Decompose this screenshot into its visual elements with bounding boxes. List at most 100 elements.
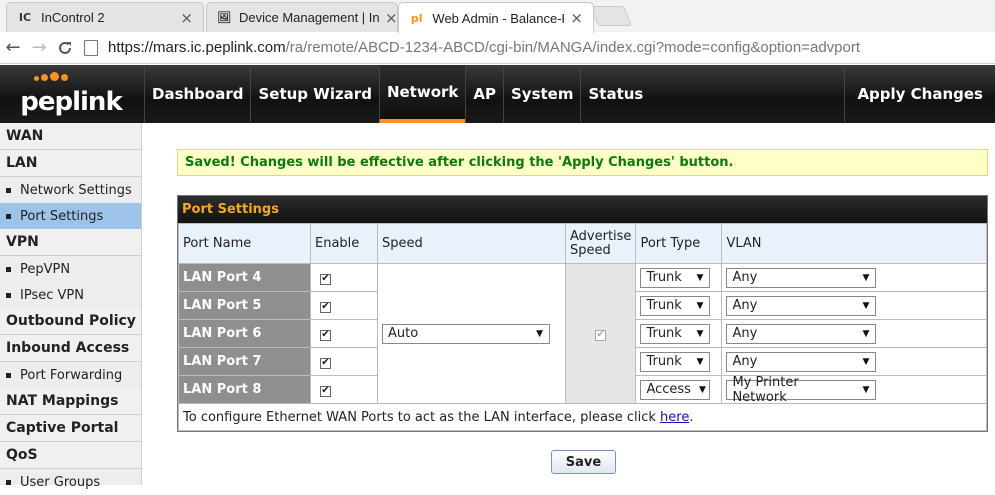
speed-select[interactable]: Auto ▼ — [382, 323, 550, 344]
sidebar-item-network-settings[interactable]: Network Settings — [0, 177, 141, 203]
address-bar: ← → https://mars.ic.peplink.com/ra/remot… — [0, 32, 995, 64]
port-type-select[interactable]: Trunk ▼ — [640, 323, 711, 344]
sidebar-section-lan[interactable]: LAN — [0, 150, 141, 177]
sidebar-item-label: User Groups — [20, 474, 101, 490]
vlan-select[interactable]: Any ▼ — [726, 295, 877, 316]
nav-status[interactable]: Status — [580, 65, 650, 123]
port-name: LAN Port 4 — [178, 263, 311, 292]
page-icon — [84, 39, 98, 56]
enable-cell: ✔ — [310, 347, 378, 376]
vlan-value: My Printer Network — [732, 374, 799, 405]
sidebar-section-wan[interactable]: WAN — [0, 123, 141, 150]
vlan-select[interactable]: Any ▼ — [726, 351, 877, 372]
port-type-select[interactable]: Trunk ▼ — [640, 351, 711, 372]
vlan-cell: Any ▼ — [721, 263, 987, 292]
browser-tab-strip: IC InControl 2 × 🖼 Device Management | I… — [0, 0, 995, 33]
sidebar-item-pepvpn[interactable]: PepVPN — [0, 256, 141, 282]
sidebar-section-captive-portal[interactable]: Captive Portal — [0, 415, 141, 442]
advertise-speed-checkbox[interactable]: ✔ — [595, 329, 607, 341]
apply-changes-button[interactable]: Apply Changes — [844, 65, 995, 123]
browser-tab-web-admin[interactable]: pl Web Admin - Balance-Ro × — [398, 2, 594, 33]
close-tab-icon[interactable]: × — [564, 9, 583, 27]
port-type-select[interactable]: Trunk ▼ — [640, 295, 711, 316]
vlan-select[interactable]: My Printer Network ▼ — [726, 375, 877, 405]
sidebar-item-label: Port Forwarding — [20, 367, 123, 383]
image-favicon-icon: 🖼 — [217, 11, 231, 24]
col-speed: Speed — [377, 223, 566, 264]
nav-dashboard[interactable]: Dashboard — [144, 65, 250, 123]
chevron-down-icon: ▼ — [696, 356, 704, 367]
nav-setup-wizard[interactable]: Setup Wizard — [250, 65, 378, 123]
url-path: /ra/remote/ABCD-1234-ABCD/cgi-bin/MANGA/… — [285, 39, 861, 56]
advertise-speed-cell: ✔ — [564, 263, 637, 404]
port-name: LAN Port 5 — [178, 291, 311, 320]
footnote-end: . — [689, 409, 694, 425]
forward-arrow-icon[interactable]: → — [26, 35, 52, 61]
save-button[interactable]: Save — [551, 450, 616, 474]
logo-text: peplink — [20, 87, 122, 117]
sidebar-item-ipsec-vpn[interactable]: IPsec VPN — [0, 282, 141, 308]
chevron-down-icon: ▼ — [696, 300, 704, 311]
footnote-row: To configure Ethernet WAN Ports to act a… — [178, 403, 987, 431]
vlan-select[interactable]: Any ▼ — [726, 323, 877, 344]
url-input[interactable]: https://mars.ic.peplink.com/ra/remote/AB… — [84, 35, 995, 61]
sidebar-item-port-settings[interactable]: Port Settings — [0, 203, 141, 229]
chevron-down-icon: ▼ — [862, 272, 870, 283]
enable-checkbox[interactable]: ✔ — [320, 273, 331, 285]
new-tab-button[interactable] — [589, 6, 633, 26]
peplink-logo[interactable]: peplink — [0, 65, 142, 123]
enable-checkbox[interactable]: ✔ — [320, 329, 331, 341]
reload-icon[interactable] — [52, 35, 78, 61]
back-arrow-icon[interactable]: ← — [0, 35, 26, 61]
bullet-icon — [6, 372, 11, 378]
vlan-cell: Any ▼ — [721, 291, 987, 320]
col-vlan: VLAN — [721, 223, 987, 264]
browser-tab-incontrol[interactable]: IC InControl 2 × — [6, 2, 204, 32]
tab-title: Web Admin - Balance-Ro — [432, 10, 565, 26]
main-nav: Dashboard Setup Wizard Network AP System… — [144, 65, 650, 123]
logo-dots-icon — [34, 70, 70, 85]
nav-ap[interactable]: AP — [465, 65, 503, 123]
close-tab-icon[interactable]: × — [379, 9, 398, 27]
enable-cell: ✔ — [310, 291, 378, 320]
sidebar-section-vpn[interactable]: VPN — [0, 229, 141, 256]
port-type-select[interactable]: Access ▼ — [640, 379, 711, 400]
tab-title: Device Management | In — [238, 10, 379, 25]
tab-title: InControl 2 — [41, 10, 105, 25]
table-row: LAN Port 4 ✔ Auto ▼ ✔ Trunk ▼ Any ▼ — [178, 263, 987, 404]
vlan-value: Any — [732, 326, 758, 341]
port-type-value: Trunk — [646, 354, 682, 369]
port-name: LAN Port 6 — [178, 319, 311, 348]
port-type-select[interactable]: Trunk ▼ — [640, 267, 711, 288]
bullet-icon — [6, 266, 11, 272]
enable-checkbox[interactable]: ✔ — [320, 357, 331, 369]
main-content: Saved! Changes will be effective after c… — [142, 123, 995, 485]
chevron-down-icon: ▼ — [536, 328, 543, 339]
enable-checkbox[interactable]: ✔ — [320, 385, 331, 397]
nav-system[interactable]: System — [503, 65, 580, 123]
sidebar-section-qos[interactable]: QoS — [0, 442, 141, 469]
vlan-value: Any — [732, 270, 758, 285]
col-advertise-speed: Advertise Speed — [564, 223, 637, 264]
sidebar-section-nat-mappings[interactable]: NAT Mappings — [0, 388, 141, 415]
bullet-icon — [6, 213, 11, 219]
sidebar-item-user-groups[interactable]: User Groups — [0, 469, 141, 495]
configure-wan-ports-link[interactable]: here — [660, 410, 689, 425]
enable-checkbox[interactable]: ✔ — [320, 301, 331, 313]
port-type-cell: Access ▼ — [635, 375, 723, 404]
reload-glyph — [59, 41, 71, 54]
browser-tab-device-management[interactable]: 🖼 Device Management | In × — [206, 2, 398, 32]
sidebar-section-inbound-access[interactable]: Inbound Access — [0, 335, 141, 362]
speed-value: Auto — [388, 326, 419, 341]
nav-network[interactable]: Network — [378, 65, 466, 123]
footnote-cell: To configure Ethernet WAN Ports to act a… — [178, 403, 987, 431]
sidebar-item-port-forwarding[interactable]: Port Forwarding — [0, 362, 141, 388]
sidebar-section-outbound-policy[interactable]: Outbound Policy — [0, 308, 141, 335]
enable-cell: ✔ — [310, 375, 378, 404]
vlan-select[interactable]: Any ▼ — [726, 267, 877, 288]
vlan-cell: My Printer Network ▼ — [721, 375, 987, 405]
enable-cell: ✔ — [310, 263, 378, 292]
vlan-value: Any — [732, 354, 758, 369]
port-type-cell: Trunk ▼ — [635, 347, 723, 376]
close-tab-icon[interactable]: × — [174, 9, 193, 27]
